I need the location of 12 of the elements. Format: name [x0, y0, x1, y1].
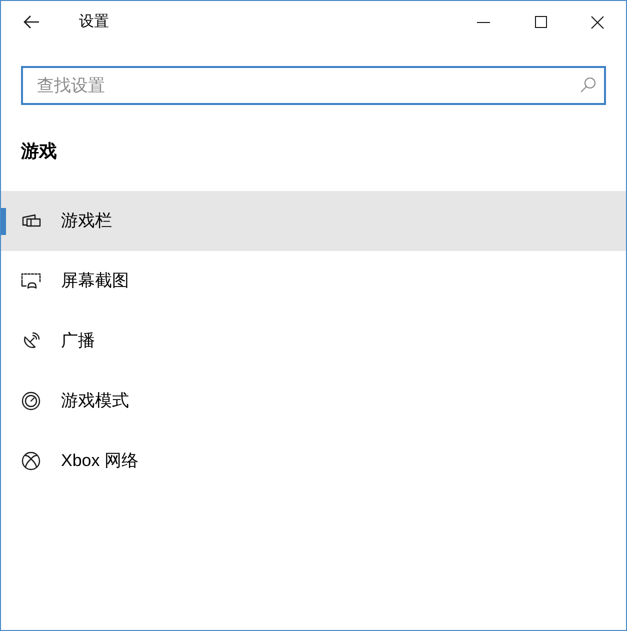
window-title: 设置 [79, 12, 109, 32]
satellite-dish-icon [21, 331, 41, 351]
xbox-icon [21, 451, 41, 471]
screen-controller-icon [21, 271, 41, 291]
nav-item[interactable]: 游戏栏 [1, 191, 626, 251]
search-icon [580, 77, 596, 93]
back-arrow-icon [22, 15, 40, 29]
search-field[interactable]: 查找设置 [21, 66, 606, 105]
close-icon [591, 16, 604, 28]
speedometer-icon [21, 391, 41, 411]
section-heading: 游戏 [21, 141, 57, 161]
maximize-icon [534, 16, 546, 28]
